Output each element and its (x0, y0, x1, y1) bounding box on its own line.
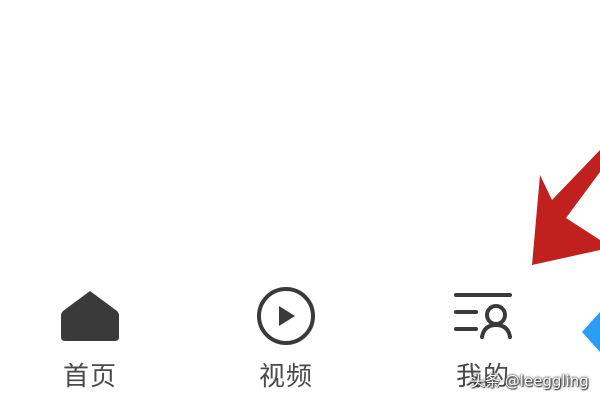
home-icon (61, 291, 119, 341)
tab-home[interactable]: 首页 (35, 280, 145, 392)
tab-video-label: 视频 (258, 362, 313, 392)
tab-video[interactable]: 视频 (231, 280, 341, 392)
partial-blue-icon[interactable] (580, 312, 600, 352)
play-circle-icon (257, 287, 315, 345)
tab-home-label: 首页 (62, 362, 117, 392)
app-screen: 首页 视频 我的 头条 @leeggling (0, 0, 600, 400)
watermark-text: 头条 @leeggling (470, 372, 589, 390)
profile-icon (454, 293, 512, 339)
